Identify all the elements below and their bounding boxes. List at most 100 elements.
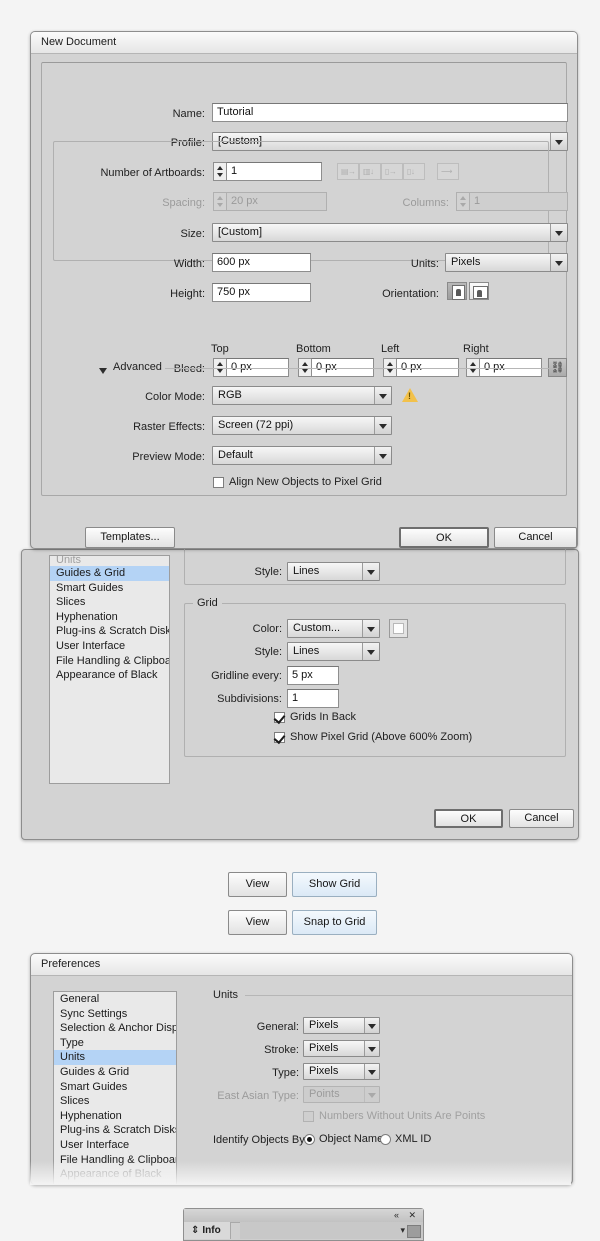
new-document-cancel-button[interactable]: Cancel (494, 527, 577, 548)
stepper-up-icon[interactable] (217, 166, 223, 170)
sidebar-item-guides-grid[interactable]: Guides & Grid (50, 566, 169, 581)
stepper-down-icon[interactable] (217, 369, 223, 373)
chevron-down-icon[interactable] (364, 1018, 379, 1033)
sidebar-item-smart-guides[interactable]: Smart Guides (54, 1080, 176, 1095)
bleed-top-value: 0 px (231, 361, 252, 373)
artboards-stepper[interactable] (213, 162, 226, 181)
orientation-portrait-button[interactable] (447, 282, 467, 300)
sidebar-item-type[interactable]: Type (54, 1036, 176, 1051)
menu-view-button-1[interactable]: View (228, 872, 287, 897)
stepper-up-icon[interactable] (302, 362, 308, 366)
grid-color-dropdown[interactable]: Custom... (287, 619, 380, 638)
sidebar-item-sync-settings[interactable]: Sync Settings (54, 1007, 176, 1022)
stepper-up-icon[interactable] (217, 362, 223, 366)
raster-effects-dropdown[interactable]: Screen (72 ppi) (212, 416, 392, 435)
prefs-grid-category-list[interactable]: Units Guides & Grid Smart Guides Slices … (49, 555, 170, 784)
units-general-dropdown[interactable]: Pixels (303, 1017, 380, 1034)
grid-style-dropdown[interactable]: Lines (287, 642, 380, 661)
color-mode-dropdown[interactable]: RGB (212, 386, 392, 405)
sidebar-item-units[interactable]: Units (54, 1050, 176, 1065)
sidebar-item-user-interface[interactable]: User Interface (54, 1138, 176, 1153)
sidebar-item-selection-anchor-display[interactable]: Selection & Anchor Display (54, 1021, 176, 1036)
grid-color-swatch[interactable] (389, 619, 408, 638)
new-document-ok-button[interactable]: OK (399, 527, 489, 548)
sidebar-item-hyphenation[interactable]: Hyphenation (54, 1109, 176, 1124)
collapse-icon[interactable]: « (394, 1210, 399, 1220)
identify-object-name-label: Object Name (319, 1133, 384, 1145)
stepper-up-icon[interactable] (470, 362, 476, 366)
chevron-down-icon[interactable] (374, 417, 391, 434)
identify-object-name-radio[interactable] (304, 1134, 315, 1145)
chevron-down-icon[interactable] (362, 620, 379, 637)
sidebar-item-file-handling-clipboard[interactable]: File Handling & Clipboard (54, 1153, 176, 1168)
sidebar-item-units[interactable]: Units (50, 556, 169, 566)
stepper-down-icon[interactable] (387, 369, 393, 373)
prefs-grid-cancel-button[interactable]: Cancel (509, 809, 574, 828)
stepper-up-icon[interactable] (387, 362, 393, 366)
align-pixel-grid-checkbox[interactable] (213, 477, 224, 488)
name-input[interactable]: Tutorial (212, 103, 568, 122)
sidebar-item-file-handling-clipboard[interactable]: File Handling & Clipboard (50, 654, 169, 669)
prefs-units-category-list[interactable]: General Sync Settings Selection & Anchor… (53, 991, 177, 1184)
sidebar-item-hyphenation[interactable]: Hyphenation (50, 610, 169, 625)
chevron-down-icon[interactable] (550, 224, 567, 241)
units-general-label: General: (256, 1021, 299, 1033)
orientation-landscape-button[interactable] (469, 282, 489, 300)
prefs-grid-ok-button[interactable]: OK (434, 809, 503, 828)
sidebar-item-slices[interactable]: Slices (54, 1094, 176, 1109)
stepper-down-icon[interactable] (302, 369, 308, 373)
chevron-down-icon[interactable] (362, 643, 379, 660)
artboard-layout-grid-columns-icon[interactable]: ▥↓ (359, 163, 381, 180)
units-stroke-dropdown[interactable]: Pixels (303, 1040, 380, 1057)
preview-mode-dropdown[interactable]: Default (212, 446, 392, 465)
chevron-down-icon[interactable] (550, 133, 567, 150)
chevron-down-icon[interactable] (364, 1041, 379, 1056)
sidebar-item-appearance-of-black[interactable]: Appearance of Black (50, 668, 169, 683)
advanced-disclosure-icon[interactable] (99, 368, 107, 374)
subdivisions-input[interactable]: 1 (287, 689, 339, 708)
menu-item-show-grid-button[interactable]: Show Grid (292, 872, 378, 897)
artboard-layout-column-icon[interactable]: ▯↓ (403, 163, 425, 180)
chevron-down-icon[interactable] (550, 254, 567, 271)
units-type-dropdown[interactable]: Pixels (303, 1063, 380, 1080)
grids-in-back-checkbox[interactable] (274, 712, 285, 723)
menu-item-snap-to-grid-button[interactable]: Snap to Grid (292, 910, 378, 935)
height-input[interactable]: 750 px (212, 283, 311, 302)
gridline-every-input[interactable]: 5 px (287, 666, 339, 685)
chevron-down-icon[interactable] (362, 563, 379, 580)
sidebar-item-user-interface[interactable]: User Interface (50, 639, 169, 654)
artboard-layout-row-icon[interactable]: ▯→ (381, 163, 403, 180)
sidebar-item-plugins-scratch-disks[interactable]: Plug-ins & Scratch Disks (54, 1123, 176, 1138)
close-icon[interactable]: ✕ (408, 1210, 416, 1221)
artboard-layout-grid-rows-icon[interactable]: ▤→ (337, 163, 359, 180)
prefs-grid-ok-label: OK (460, 813, 477, 825)
sidebar-item-general[interactable]: General (54, 992, 176, 1007)
width-input[interactable]: 600 px (212, 253, 311, 272)
artboards-input[interactable]: 1 (226, 162, 322, 181)
panel-menu-icon[interactable]: ▾ (400, 1225, 405, 1236)
templates-button[interactable]: Templates... (85, 527, 175, 548)
sidebar-item-plugins-scratch-disks[interactable]: Plug-ins & Scratch Disks (50, 624, 169, 639)
show-pixel-grid-checkbox[interactable] (274, 732, 285, 743)
new-document-dialog: New Document Name: Tutorial Profile: [Cu… (30, 31, 578, 549)
artboard-layout-direction-icon[interactable]: ⟶ (437, 163, 459, 180)
identify-xml-id-radio[interactable] (380, 1134, 391, 1145)
chevron-down-icon[interactable] (364, 1064, 379, 1079)
units-dropdown[interactable]: Pixels (445, 253, 568, 272)
guides-style-dropdown[interactable]: Lines (287, 562, 380, 581)
sidebar-item-smart-guides[interactable]: Smart Guides (50, 581, 169, 596)
info-panel-tab[interactable]: ⇕ Info (184, 1222, 231, 1239)
stepper-down-icon[interactable] (217, 173, 223, 177)
sidebar-item-slices[interactable]: Slices (50, 595, 169, 610)
units-east-asian-label: East Asian Type: (217, 1090, 299, 1102)
size-dropdown[interactable]: [Custom] (212, 223, 568, 242)
sidebar-item-guides-grid[interactable]: Guides & Grid (54, 1065, 176, 1080)
panel-menu-button[interactable] (407, 1225, 421, 1238)
grid-color-value: Custom... (293, 622, 341, 634)
sidebar-item-appearance-of-black[interactable]: Appearance of Black (54, 1167, 176, 1182)
stepper-down-icon[interactable] (470, 369, 476, 373)
menu-view-button-2[interactable]: View (228, 910, 287, 935)
chevron-down-icon[interactable] (374, 447, 391, 464)
info-tab-drag-icon[interactable]: ⇕ (191, 1225, 199, 1236)
chevron-down-icon[interactable] (374, 387, 391, 404)
